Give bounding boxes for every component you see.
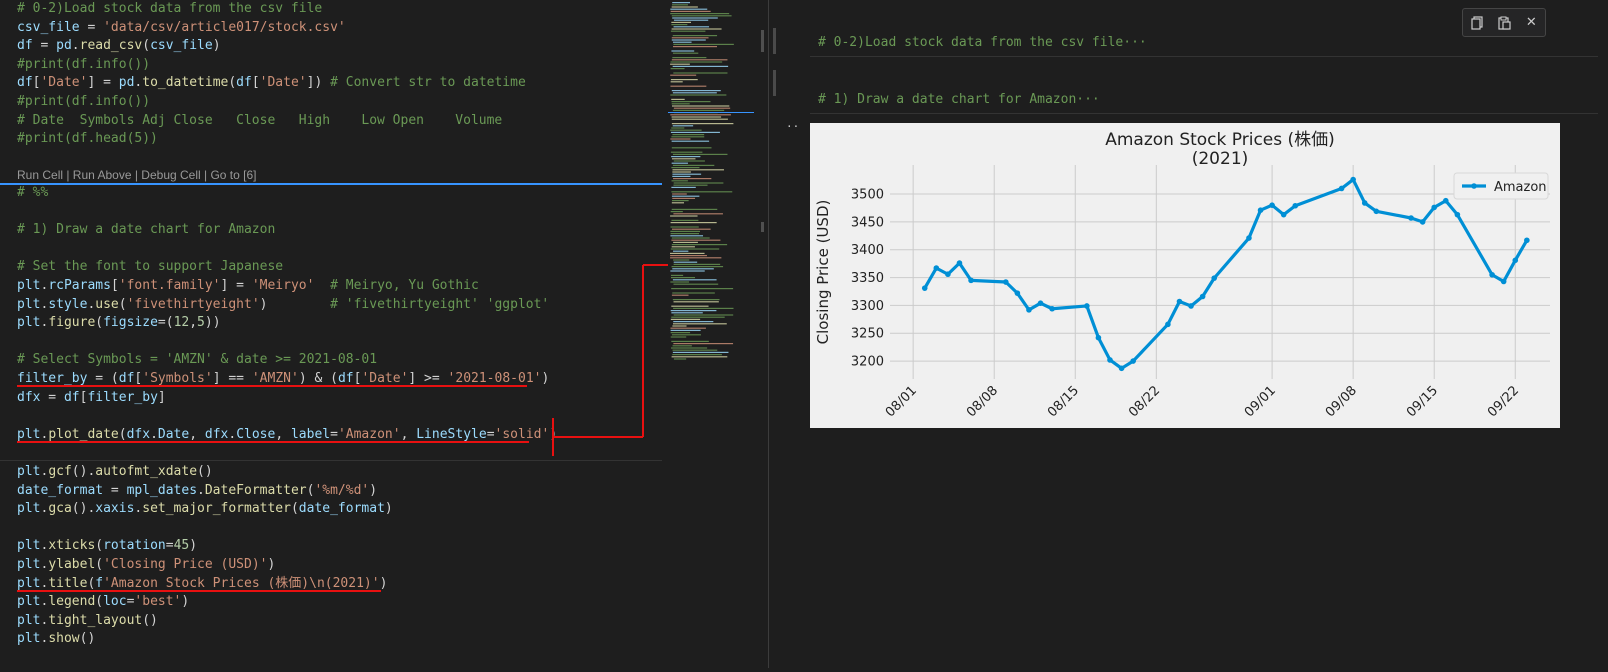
output-menu-icon[interactable]: ·· — [786, 120, 799, 133]
y-tick-label: 3200 — [851, 355, 884, 370]
data-point — [1512, 257, 1519, 264]
data-point — [921, 285, 928, 291]
minimap[interactable] — [668, 0, 756, 668]
data-point — [1500, 278, 1507, 285]
data-point — [1373, 208, 1380, 215]
amazon-line-chart: 320032503300335034003450350008/01 08/08 08… — [810, 123, 1560, 428]
y-tick-label: 3250 — [851, 327, 884, 342]
scrollbar-thumb[interactable] — [761, 30, 764, 52]
data-point — [1037, 300, 1044, 306]
data-point — [1211, 275, 1218, 281]
data-point — [1408, 215, 1414, 221]
data-point — [1350, 176, 1356, 183]
markdown-cell-load-data[interactable]: # 0-2)Load stock data from the csv file·… — [818, 35, 1147, 50]
data-point — [1269, 202, 1275, 208]
data-point — [1454, 211, 1461, 218]
y-tick-label: 3300 — [851, 299, 884, 314]
data-point — [1257, 207, 1264, 213]
data-point — [1199, 293, 1206, 300]
data-point — [1442, 197, 1449, 204]
data-point — [1292, 202, 1299, 209]
data-point — [1431, 204, 1438, 211]
y-tick-label: 3350 — [851, 271, 884, 286]
markdown-cell-draw-chart[interactable]: # 1) Draw a date chart for Amazon··· — [818, 92, 1100, 107]
y-axis-label: Closing Price (USD) — [814, 200, 832, 345]
chart-title: Amazon Stock Prices (株価) — [1105, 130, 1335, 150]
data-point — [1095, 334, 1102, 341]
legend-marker — [1471, 183, 1477, 189]
chart-subtitle: (2021) — [1192, 149, 1249, 169]
data-point — [1419, 219, 1426, 225]
data-point — [1176, 298, 1183, 305]
data-point — [945, 271, 951, 278]
y-tick-label: 3500 — [851, 188, 884, 203]
scrollbar-track[interactable] — [756, 0, 768, 668]
data-point — [968, 277, 974, 284]
data-point — [1049, 305, 1055, 312]
data-point — [1188, 303, 1194, 309]
data-point — [1280, 211, 1287, 218]
copy-icon[interactable] — [1468, 14, 1486, 32]
data-point — [1084, 303, 1090, 309]
paste-icon[interactable] — [1495, 14, 1513, 32]
data-point — [1002, 279, 1009, 285]
data-point — [1026, 307, 1032, 313]
data-point — [1165, 321, 1171, 328]
output-toolbar: ✕ — [1462, 8, 1546, 37]
y-tick-label: 3400 — [851, 243, 884, 258]
data-point — [1361, 200, 1368, 206]
data-point — [1489, 271, 1495, 278]
data-point — [1118, 365, 1125, 372]
data-point — [1107, 357, 1113, 363]
legend-label: Amazon — [1494, 180, 1547, 195]
data-point — [956, 260, 963, 266]
close-icon[interactable]: ✕ — [1522, 14, 1540, 32]
data-point — [1246, 235, 1252, 241]
data-point — [1014, 290, 1021, 296]
y-tick-label: 3450 — [851, 215, 884, 230]
data-point — [1338, 185, 1345, 192]
data-point — [1130, 358, 1136, 364]
chart-background — [810, 123, 1560, 428]
data-point — [933, 265, 940, 271]
data-point — [1524, 237, 1530, 244]
chart-output: 3200 3250 3300 3350 3400 3450 3500 08/01 08/08 08… — [810, 123, 1560, 428]
